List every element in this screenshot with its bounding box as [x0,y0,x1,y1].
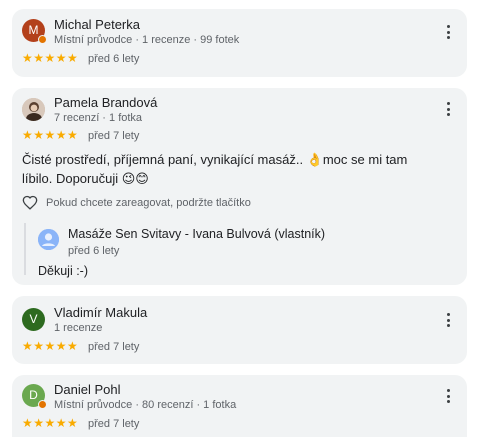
avatar[interactable]: D [22,384,47,409]
star-rating: ★★★★★ [22,128,79,142]
avatar-photo-icon [22,98,45,121]
reviews-list: M Michal Peterka Místní průvodce · 1 rec… [0,0,480,437]
react-button[interactable]: Pokud chcete zareagovat, podržte tlačítk… [22,195,251,210]
reviewer-name[interactable]: Vladimír Makula [54,305,147,320]
reviewer-meta: Místní průvodce · 1 recenze · 99 fotek [54,34,240,46]
heart-icon [22,195,38,210]
review-card: Pamela Brandová 7 recenzí · 1 fotka ★★★★… [12,88,467,285]
owner-reply-text: Děkuji :-) [38,264,89,278]
review-date: před 6 lety [88,53,140,65]
local-guide-badge-icon [38,35,47,44]
reviewer-meta: Místní průvodce · 80 recenzí · 1 fotka [54,399,237,411]
review-card: V Vladimír Makula 1 recenze ★★★★★ před 7… [12,296,467,364]
reviewer-meta: 1 recenze [54,322,103,334]
avatar[interactable]: M [22,19,47,44]
react-label: Pokud chcete zareagovat, podržte tlačítk… [46,196,251,209]
owner-reply-date: před 6 lety [68,245,120,257]
review-card: D Daniel Pohl Místní průvodce · 80 recen… [12,375,467,437]
star-rating: ★★★★★ [22,416,79,430]
local-guide-badge-icon [38,400,47,409]
review-card: M Michal Peterka Místní průvodce · 1 rec… [12,9,467,77]
owner-avatar [38,229,59,250]
owner-name: Masáže Sen Svitavy - Ivana Bulvová (vlas… [68,227,326,241]
person-icon [38,229,59,250]
more-options-icon[interactable] [441,23,455,41]
avatar[interactable] [22,98,45,121]
reviewer-name[interactable]: Daniel Pohl [54,382,121,397]
review-date: před 7 lety [88,418,140,430]
avatar-letter: D [29,388,38,402]
review-date: před 7 lety [88,130,140,142]
star-rating: ★★★★★ [22,339,79,353]
star-rating: ★★★★★ [22,51,79,65]
reviewer-name[interactable]: Michal Peterka [54,17,140,32]
more-options-icon[interactable] [441,100,455,118]
review-text: Čisté prostředí, příjemná paní, vynikají… [22,152,408,186]
more-options-icon[interactable] [441,311,455,329]
avatar-letter: V [29,312,38,326]
reviewer-meta: 7 recenzí · 1 fotka [54,112,143,124]
reviewer-name[interactable]: Pamela Brandová [54,95,157,110]
more-options-icon[interactable] [441,387,455,405]
avatar-letter: M [28,23,39,37]
avatar[interactable]: V [22,308,45,331]
review-date: před 7 lety [88,341,140,353]
owner-reply: Masáže Sen Svitavy - Ivana Bulvová (vlas… [24,223,444,278]
